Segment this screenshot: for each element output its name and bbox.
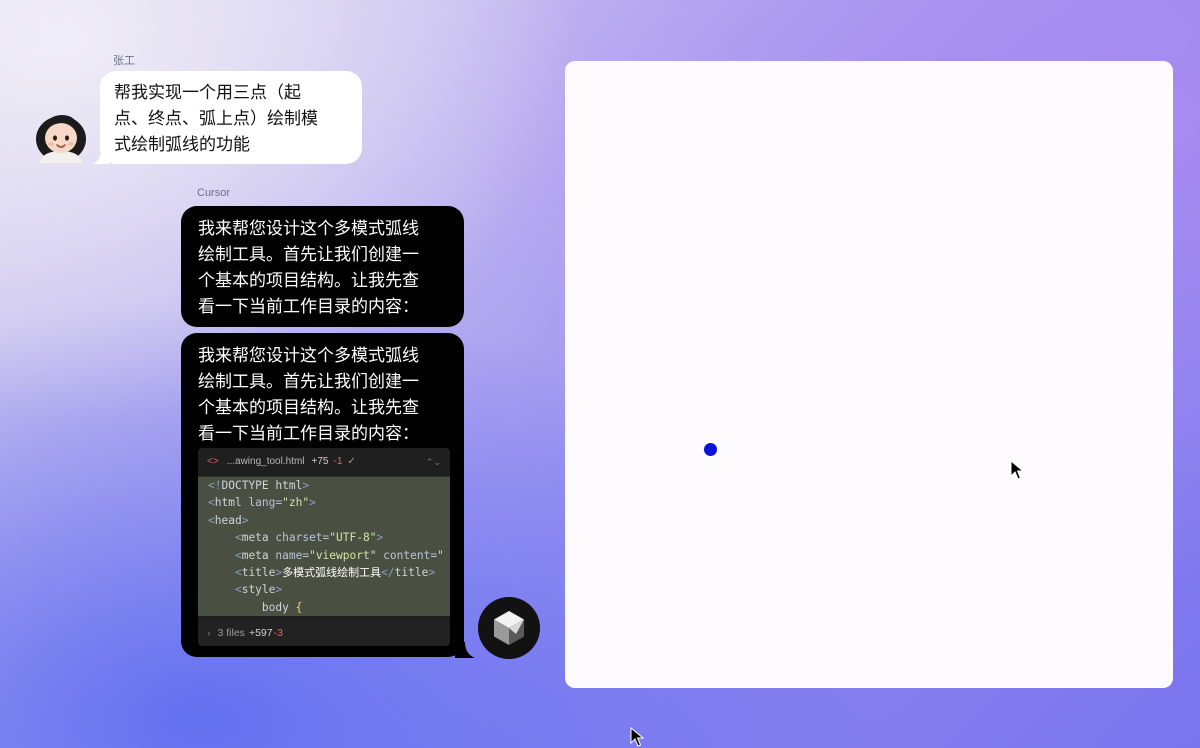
chevron-right-icon: › <box>207 626 211 639</box>
canvas-start-point[interactable] <box>704 443 717 456</box>
files-changed-count: 3 files <box>217 626 245 639</box>
code-diff-footer[interactable]: › 3 files +597 -3 <box>198 619 450 646</box>
code-additions: +75 <box>311 456 329 467</box>
code-diff-panel[interactable]: <> ...awing_tool.html +75 -1 ✓ ⌃⌄ <!DOCT… <box>198 448 450 646</box>
total-additions: +597 <box>248 626 273 639</box>
code-line: <style> <box>198 581 450 599</box>
assistant-message-line: 绘制工具。首先让我们创建一 <box>198 372 419 392</box>
assistant-message-line: 绘制工具。首先让我们创建一 <box>198 245 419 265</box>
code-diff-body: <!DOCTYPE html> <html lang="zh"> <head> … <box>198 477 450 618</box>
code-filename: ...awing_tool.html <box>226 456 305 467</box>
user-message-bubble: 帮我实现一个用三点（起 点、终点、弧上点）绘制模 式绘制弧线的功能 <box>100 71 362 164</box>
drawing-canvas[interactable] <box>565 61 1173 688</box>
cursor-logo-avatar <box>478 597 540 659</box>
user-message-line: 帮我实现一个用三点（起 <box>114 83 301 103</box>
assistant-message-line: 看一下当前工作目录的内容： <box>198 424 419 444</box>
code-file-icon: <> <box>207 456 219 467</box>
mouse-pointer-icon <box>630 727 644 747</box>
code-line: <html lang="zh"> <box>198 494 450 512</box>
assistant-message-line: 看一下当前工作目录的内容： <box>198 297 419 317</box>
assistant-message-line: 我来帮您设计这个多模式弧线 <box>198 219 419 239</box>
code-deletions: -1 <box>333 456 343 467</box>
assistant-message-line: 我来帮您设计这个多模式弧线 <box>198 346 419 366</box>
expand-collapse-icon[interactable]: ⌃⌄ <box>426 449 441 475</box>
code-line: <head> <box>198 511 450 530</box>
code-line: <!DOCTYPE html> <box>198 477 450 495</box>
assistant-message-line: 个基本的项目结构。让我先查 <box>198 271 419 291</box>
code-line: body { <box>198 598 450 617</box>
code-line: <title>多模式弧线绘制工具</title> <box>198 563 450 582</box>
code-line: <meta charset="UTF-8"> <box>198 529 450 547</box>
assistant-name: Cursor <box>197 187 231 199</box>
user-message-line: 式绘制弧线的功能 <box>114 135 250 155</box>
assistant-message-line: 个基本的项目结构。让我先查 <box>198 398 419 418</box>
checkmark-icon: ✓ <box>347 456 356 467</box>
user-message-line: 点、终点、弧上点）绘制模 <box>114 109 318 129</box>
user-avatar <box>36 115 86 163</box>
code-line: <meta name="viewport" content=" <box>198 546 450 564</box>
assistant-message-bubble-with-code: 我来帮您设计这个多模式弧线 绘制工具。首先让我们创建一 个基本的项目结构。让我先… <box>181 333 464 657</box>
assistant-bubble-tail <box>455 642 475 658</box>
total-deletions: -3 <box>273 626 283 639</box>
code-diff-header[interactable]: <> ...awing_tool.html +75 -1 ✓ ⌃⌄ <box>198 448 450 477</box>
user-name: 张工 <box>113 55 135 67</box>
mouse-pointer-icon <box>1010 460 1024 480</box>
assistant-message-bubble: 我来帮您设计这个多模式弧线 绘制工具。首先让我们创建一 个基本的项目结构。让我先… <box>181 206 464 327</box>
